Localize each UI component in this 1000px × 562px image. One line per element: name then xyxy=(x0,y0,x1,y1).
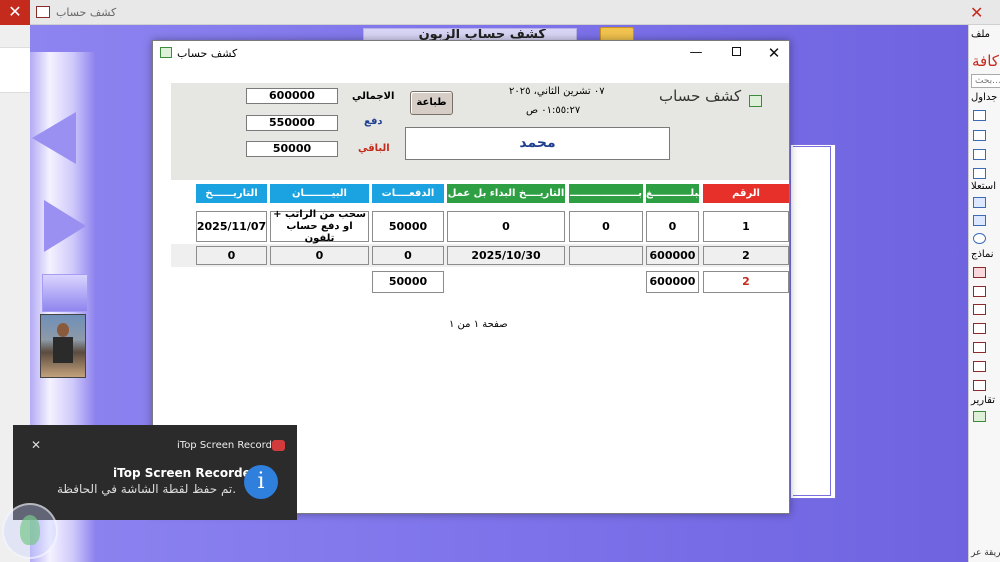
minimize-button[interactable]: — xyxy=(681,43,711,63)
status-bar-view: طريقة عر xyxy=(971,548,1000,558)
table-cell: 50000 xyxy=(372,211,444,242)
form-icon[interactable] xyxy=(973,304,986,315)
form-icon[interactable] xyxy=(973,323,986,334)
form-icon[interactable] xyxy=(973,267,986,278)
total-amount: 600000 xyxy=(646,271,699,293)
table-icon[interactable] xyxy=(973,130,986,141)
table-cell: 0 xyxy=(646,211,699,242)
report-icon xyxy=(160,47,172,58)
previous-arrow-icon[interactable] xyxy=(32,112,76,164)
column-header-number: الرقم xyxy=(703,184,789,203)
nav-group-queries[interactable]: استعلا xyxy=(971,181,996,192)
nav-group-tables[interactable]: جداول xyxy=(971,92,997,103)
nav-group-reports[interactable]: تقارير xyxy=(971,395,995,406)
total-label: الاجمالي xyxy=(352,91,395,102)
customer-name: محمد xyxy=(405,127,670,160)
dialog-title: كشف حساب xyxy=(177,47,238,60)
column-header-payments: الدفعــــات xyxy=(372,184,444,203)
table-cell: 0 xyxy=(270,246,369,265)
file-tab[interactable]: ملف xyxy=(971,29,990,40)
print-button[interactable]: طباعة xyxy=(410,91,453,115)
background-panel xyxy=(790,144,836,499)
table-cell: 0 xyxy=(196,246,267,265)
paid-value: 550000 xyxy=(246,115,338,131)
nav-pane-title[interactable]: كافة xyxy=(972,52,999,70)
table-cell: 0 xyxy=(372,246,444,265)
recorder-icon xyxy=(272,440,285,451)
column-header-blank: بــــــــــــــــــــ xyxy=(569,184,643,203)
report-date: ٠٧ تشرين الثاني، ٢٠٢٥ xyxy=(509,86,605,97)
left-white-field xyxy=(0,47,30,93)
user-photo xyxy=(40,314,86,378)
report-icon[interactable] xyxy=(973,411,986,422)
dialog-titlebar: كشف حساب — ✕ xyxy=(153,41,789,66)
app-title: كشف حساب xyxy=(56,6,117,19)
column-header-start-date: التاريــــخ البداء بل عمل xyxy=(447,184,565,203)
maximize-icon xyxy=(731,47,741,56)
toast-notification[interactable]: ✕ iTop Screen Recorder iTop Screen Recor… xyxy=(13,425,297,520)
app-titlebar: ✕ كشف حساب ✕ xyxy=(0,0,1000,25)
toast-app-name: iTop Screen Recorder xyxy=(177,440,283,451)
info-icon: i xyxy=(244,465,278,499)
maximize-button[interactable] xyxy=(721,43,751,63)
form-icon xyxy=(36,6,50,18)
stop-square-icon[interactable] xyxy=(42,274,88,312)
table-icon[interactable] xyxy=(973,149,986,160)
total-count: 2 xyxy=(703,271,789,293)
watermark-logo xyxy=(2,503,58,559)
table-cell: 0 xyxy=(569,211,643,242)
column-header-date: التاريــــــخ xyxy=(196,184,267,203)
report-header: 600000 550000 50000 الاجمالي دفع الباقي … xyxy=(171,83,789,180)
close-icon[interactable]: ✕ xyxy=(970,3,983,22)
column-header-statement: البيــــــــان xyxy=(270,184,369,203)
table-cell xyxy=(569,246,643,265)
form-icon[interactable] xyxy=(973,380,986,391)
table-icon[interactable] xyxy=(973,110,986,121)
form-icon[interactable] xyxy=(973,286,986,297)
toast-message: تم حفظ لقطة الشاشة في الحافظة. xyxy=(57,482,237,496)
total-payments: 50000 xyxy=(372,271,444,293)
report-icon xyxy=(749,95,762,107)
dialog-close-button[interactable]: ✕ xyxy=(759,43,789,63)
query-icon[interactable] xyxy=(973,197,986,208)
paid-label: دفع xyxy=(364,116,383,127)
total-value: 600000 xyxy=(246,88,338,104)
table-icon[interactable] xyxy=(973,168,986,179)
table-cell: 2025/11/07 xyxy=(196,211,267,242)
report-time: ٠١:٥٥:٢٧ ص xyxy=(526,105,581,116)
query-icon[interactable] xyxy=(973,215,986,226)
toast-title: iTop Screen Recorder xyxy=(113,466,257,480)
remaining-label: الباقي xyxy=(358,143,390,154)
form-icon[interactable] xyxy=(973,342,986,353)
table-cell: 2025/10/30 xyxy=(447,246,565,265)
next-arrow-icon[interactable] xyxy=(44,200,86,252)
column-header-amount: مبلـــــــــــغ xyxy=(646,184,699,203)
table-cell: 600000 xyxy=(646,246,699,265)
table-cell: سحب من الراتب + او دفع حساب تلفون xyxy=(270,209,369,244)
macro-icon[interactable] xyxy=(973,233,986,244)
table-cell: 2 xyxy=(703,246,789,265)
nav-search-input[interactable]: بحث... xyxy=(971,74,1000,88)
form-icon[interactable] xyxy=(973,361,986,372)
toast-close-button[interactable]: ✕ xyxy=(31,438,41,452)
table-cell: 1 xyxy=(703,211,789,242)
remaining-value: 50000 xyxy=(246,141,338,157)
nav-group-forms[interactable]: نماذج xyxy=(971,249,994,260)
table-cell: 0 xyxy=(447,211,565,242)
app-close-button[interactable]: ✕ xyxy=(0,0,30,25)
report-title: كشف حساب xyxy=(659,87,742,105)
navigation-pane: ملف كافة بحث... جداول استعلا نماذج تقاري… xyxy=(968,25,1000,562)
page-number: صفحة ١ من ١ xyxy=(449,319,508,330)
